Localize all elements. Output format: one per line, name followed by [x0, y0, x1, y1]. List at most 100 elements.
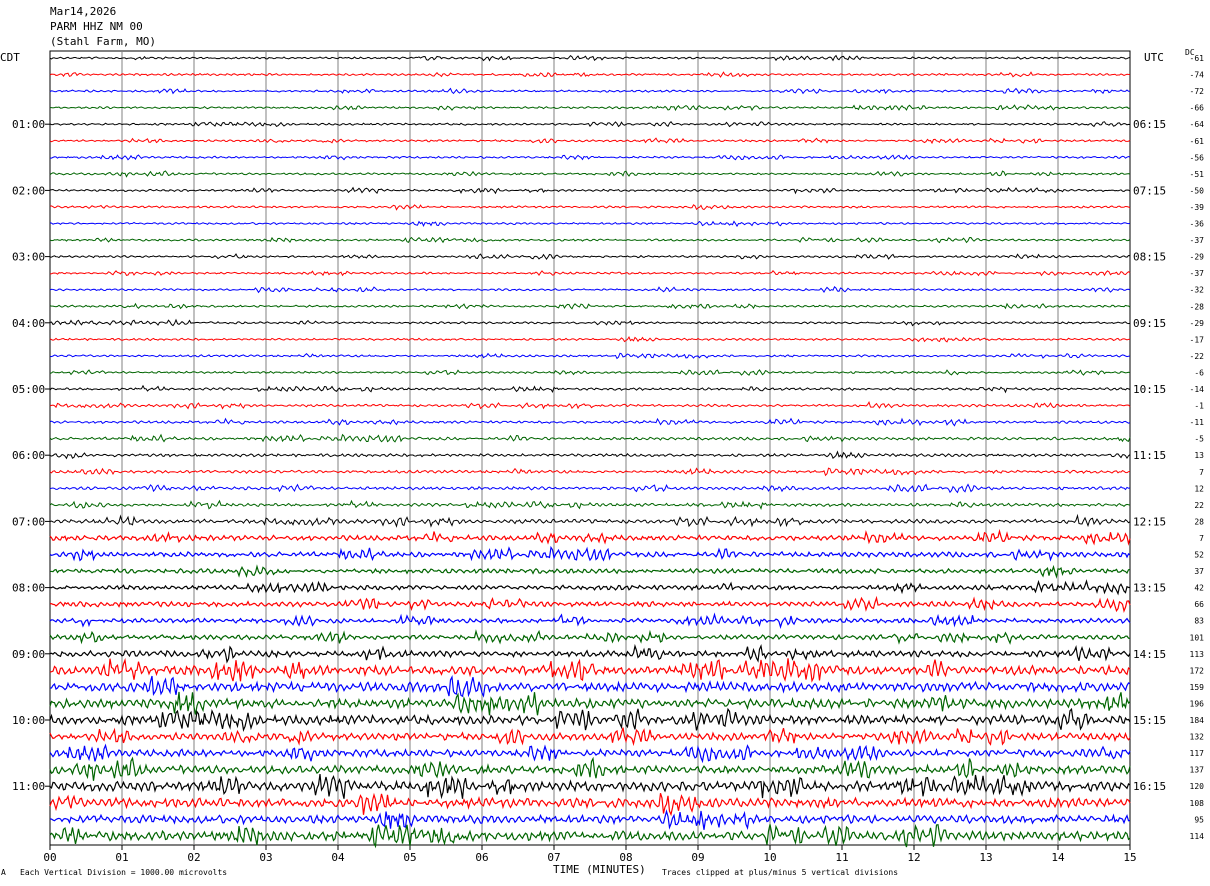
trace-row-48	[49, 823, 1131, 849]
cdt-hour-label-1100: 11:00	[12, 780, 45, 793]
dc-offset-row-29: 28	[1194, 517, 1204, 526]
cdt-hour-label-0700: 07:00	[12, 515, 45, 528]
trace-row-37	[49, 643, 1131, 664]
dc-offset-row-43: 117	[1190, 749, 1205, 758]
dc-offset-row-42: 132	[1190, 733, 1205, 742]
dc-offset-row-46: 108	[1190, 799, 1205, 808]
trace-row-7	[49, 154, 1131, 161]
x-tick-label-14: 14	[1051, 851, 1065, 864]
dc-offset-row-13: -29	[1190, 253, 1205, 262]
utc-hour-label-1415: 14:15	[1133, 648, 1166, 661]
dc-offset-row-17: -29	[1190, 319, 1205, 328]
dc-offset-row-5: -64	[1190, 120, 1205, 129]
dc-offset-row-3: -72	[1190, 87, 1205, 96]
dc-offset-row-18: -17	[1190, 335, 1205, 344]
trace-row-28	[49, 499, 1131, 510]
x-tick-label-06: 06	[475, 851, 488, 864]
trace-row-27	[49, 483, 1131, 494]
trace-row-39	[49, 674, 1131, 698]
trace-row-3	[49, 87, 1131, 95]
trace-row-33	[49, 579, 1131, 596]
utc-hour-label-1515: 15:15	[1133, 714, 1166, 727]
trace-row-45	[49, 774, 1131, 800]
utc-hour-label-1015: 10:15	[1133, 383, 1166, 396]
dc-offset-row-39: 159	[1190, 683, 1205, 692]
cdt-hour-label-0900: 09:00	[12, 648, 45, 661]
x-tick-label-04: 04	[331, 851, 345, 864]
dc-offset-row-26: 7	[1199, 468, 1204, 477]
trace-row-11	[49, 220, 1131, 228]
cdt-hour-label-0500: 05:00	[12, 383, 45, 396]
dc-offset-row-44: 137	[1190, 766, 1205, 775]
x-tick-label-11: 11	[835, 851, 848, 864]
trace-row-20	[49, 369, 1131, 376]
dc-offset-row-45: 120	[1190, 782, 1205, 791]
x-tick-label-12: 12	[907, 851, 920, 864]
x-tick-label-03: 03	[259, 851, 272, 864]
trace-row-24	[49, 433, 1131, 443]
dc-offset-row-6: -61	[1190, 137, 1205, 146]
cdt-hour-label-0400: 04:00	[12, 317, 45, 330]
dc-offset-row-27: 12	[1194, 484, 1204, 493]
trace-row-43	[49, 743, 1131, 764]
x-axis-title: TIME (MINUTES)	[553, 863, 646, 876]
plot-frame	[49, 50, 1131, 846]
utc-hour-label-0915: 09:15	[1133, 317, 1166, 330]
dc-offset-row-28: 22	[1194, 501, 1204, 510]
dc-offset-row-34: 66	[1194, 600, 1204, 609]
dc-offset-row-9: -50	[1190, 186, 1205, 195]
trace-row-21	[49, 384, 1131, 394]
trace-row-23	[49, 417, 1131, 427]
x-tick-label-15: 15	[1123, 851, 1136, 864]
x-tick-label-01: 01	[115, 851, 128, 864]
dc-offset-row-22: -1	[1194, 402, 1204, 411]
trace-row-35	[49, 612, 1131, 629]
cdt-hour-label-0300: 03:00	[12, 251, 45, 264]
trace-row-18	[49, 335, 1131, 343]
dc-offset-row-21: -14	[1190, 385, 1205, 394]
trace-row-41	[49, 707, 1131, 733]
dc-offset-row-40: 196	[1190, 699, 1205, 708]
x-tick-label-05: 05	[403, 851, 416, 864]
utc-hour-label-1215: 12:15	[1133, 515, 1166, 528]
dc-offset-row-47: 95	[1194, 815, 1204, 824]
x-tick-label-02: 02	[187, 851, 200, 864]
trace-row-22	[49, 401, 1131, 410]
x-tick-label-13: 13	[979, 851, 992, 864]
trace-row-36	[49, 629, 1131, 645]
dc-offset-row-12: -37	[1190, 236, 1205, 245]
trace-row-1	[49, 54, 1131, 62]
dc-offset-row-35: 83	[1194, 617, 1204, 626]
dc-offset-row-1: -61	[1190, 54, 1205, 63]
trace-row-29	[49, 513, 1131, 528]
dc-offset-row-11: -36	[1190, 220, 1205, 229]
dc-offset-row-15: -32	[1190, 286, 1205, 295]
trace-row-42	[49, 727, 1131, 747]
dc-offset-row-20: -6	[1194, 368, 1204, 377]
dc-offset-row-32: 37	[1194, 567, 1204, 576]
trace-row-32	[49, 564, 1131, 579]
trace-row-19	[49, 352, 1131, 360]
trace-row-26	[49, 467, 1131, 477]
trace-row-16	[49, 302, 1131, 310]
trace-row-4	[49, 104, 1131, 112]
trace-row-17	[49, 318, 1131, 327]
trace-row-46	[49, 792, 1131, 817]
dc-offset-row-41: 184	[1190, 716, 1205, 725]
dc-offset-row-38: 172	[1190, 666, 1205, 675]
trace-row-13	[49, 253, 1131, 261]
cdt-hour-label-0800: 08:00	[12, 582, 45, 595]
dc-offset-row-7: -56	[1190, 153, 1205, 162]
trace-row-5	[49, 120, 1131, 128]
cdt-hour-label-1000: 10:00	[12, 714, 45, 727]
scale-note: Each Vertical Division = 1000.00 microvo…	[20, 868, 228, 877]
trace-row-8	[49, 170, 1131, 178]
dc-offset-row-24: -5	[1194, 435, 1204, 444]
seismogram-chart: 00 01 02 03 04 05 06 07 08 09 10 11 12 13 14 15-61-74-7…	[12, 50, 1205, 864]
trace-row-44	[49, 756, 1131, 781]
utc-hour-label-0815: 08:15	[1133, 251, 1166, 264]
trace-row-14	[49, 270, 1131, 277]
dc-offset-row-16: -28	[1190, 302, 1205, 311]
utc-hour-label-0715: 07:15	[1133, 184, 1166, 197]
dc-offset-row-19: -22	[1190, 352, 1205, 361]
